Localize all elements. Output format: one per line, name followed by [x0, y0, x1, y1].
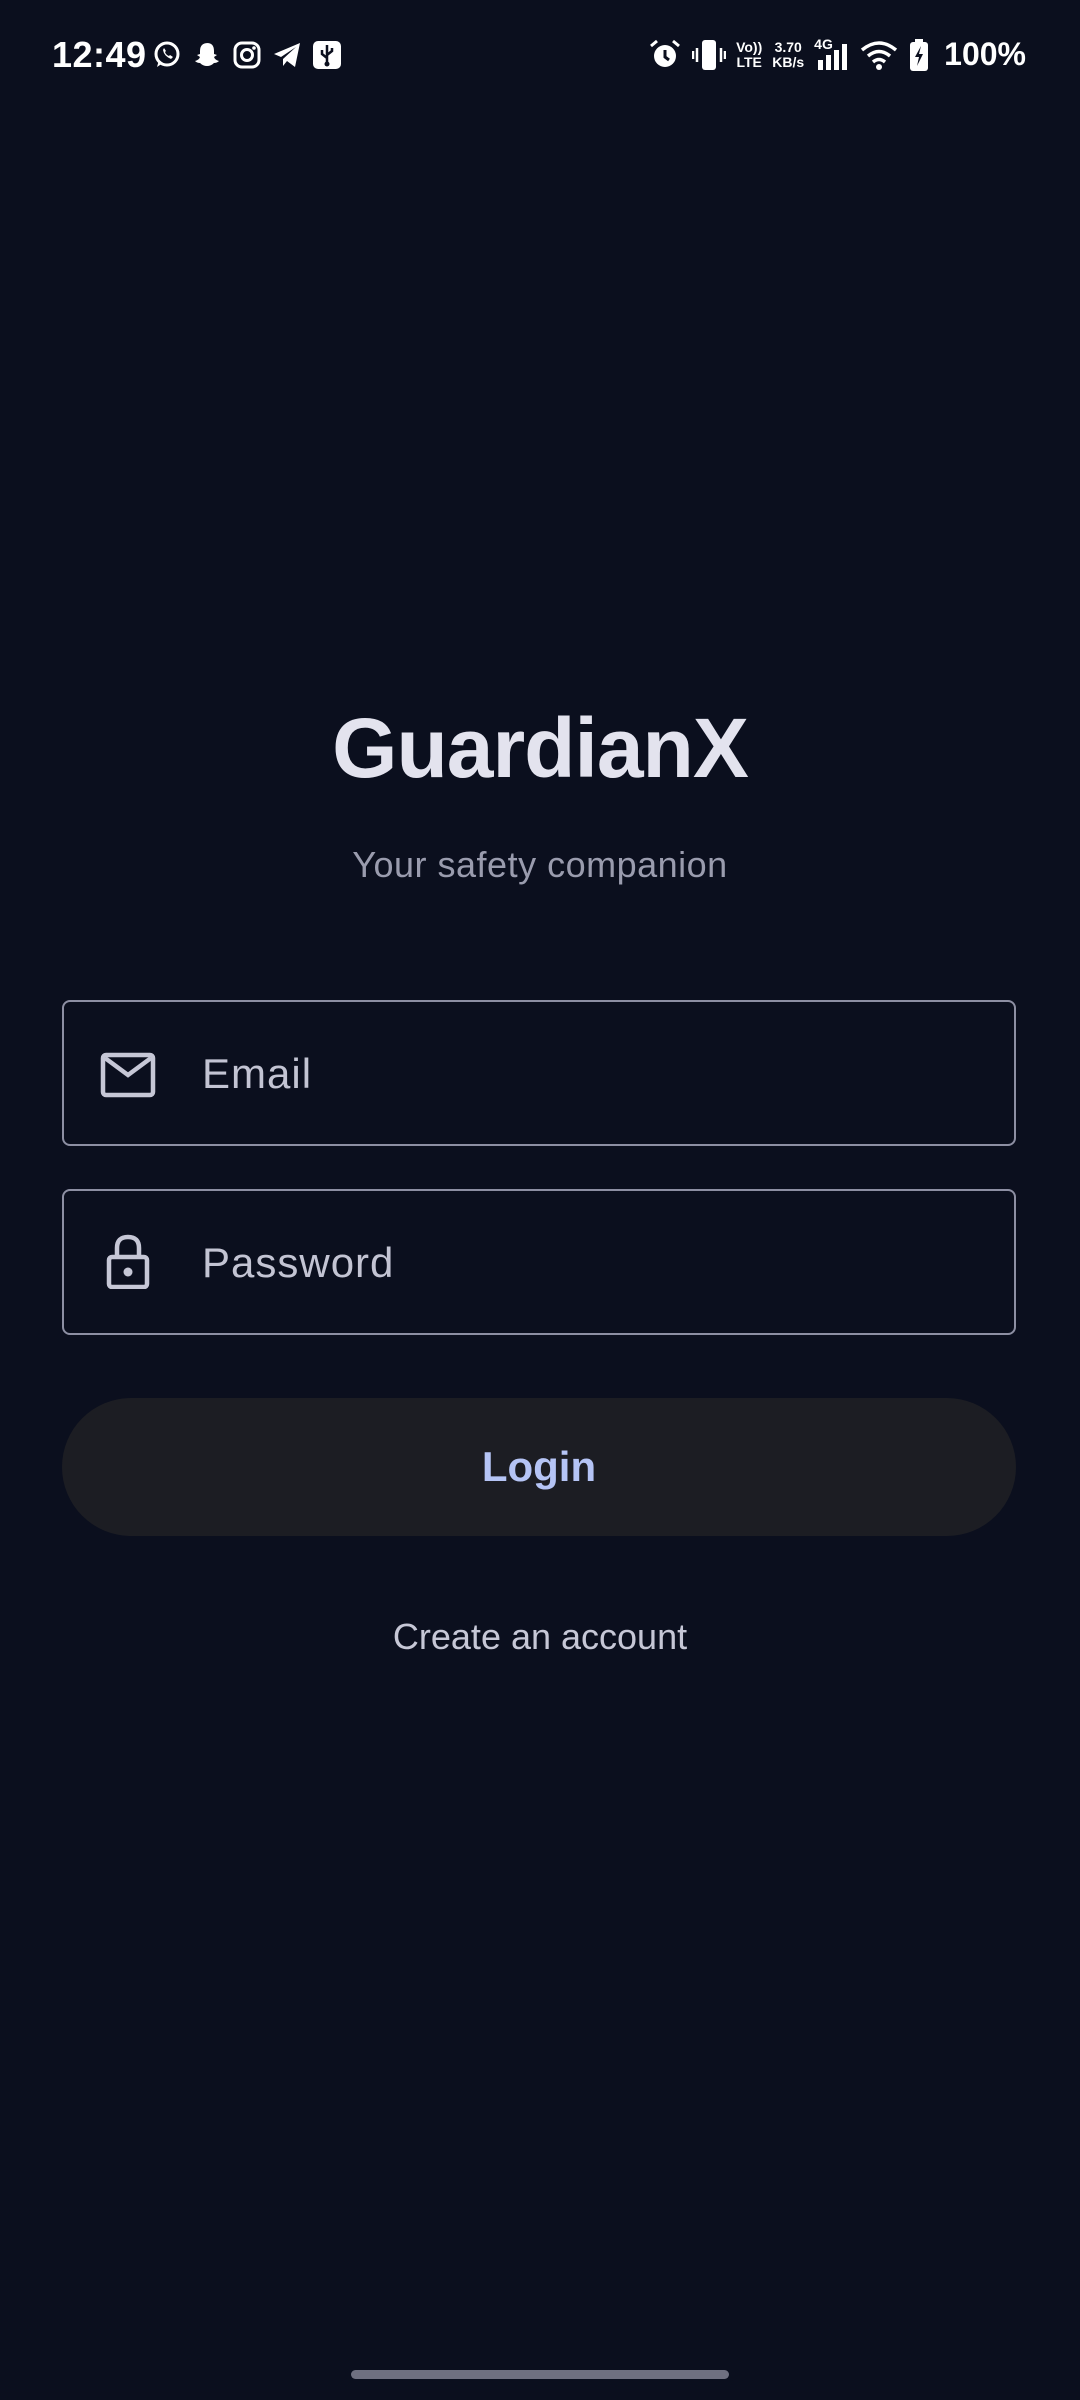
login-button[interactable]: Login [62, 1398, 1016, 1536]
status-time: 12:49 [52, 34, 147, 75]
home-indicator[interactable] [351, 2370, 729, 2379]
vibrate-icon [692, 38, 727, 72]
login-screen: 12:49 Vo)) LTE 3.70 KB/s 4G 100% Guardia… [0, 0, 1080, 2400]
whatsapp-icon [152, 40, 182, 70]
network-speed-unit: KB/s [772, 53, 805, 70]
app-subtitle: Your safety companion [352, 844, 728, 885]
mail-icon [100, 1052, 156, 1098]
battery-charging-icon [908, 38, 930, 72]
instagram-icon [232, 40, 262, 70]
system-status-icons: Vo)) LTE 3.70 KB/s 4G 100% [648, 36, 1026, 73]
usb-icon [312, 40, 342, 70]
login-button-label: Login [481, 1443, 597, 1490]
email-input[interactable] [200, 1002, 994, 1146]
network-type-label: 4G [814, 35, 833, 52]
volte-top-label: Vo)) [736, 38, 763, 55]
battery-percent: 100% [944, 36, 1026, 72]
notification-icons [152, 40, 342, 70]
wifi-icon [860, 38, 898, 72]
status-bar: 12:49 Vo)) LTE 3.70 KB/s 4G 100% [0, 0, 1080, 110]
email-field[interactable] [62, 1000, 1016, 1146]
app-title: GuardianX [332, 701, 749, 795]
telegram-icon [272, 40, 302, 70]
network-speed: 3.70 KB/s [772, 38, 804, 72]
password-field[interactable] [62, 1189, 1016, 1335]
network-speed-value: 3.70 [774, 38, 802, 55]
password-input[interactable] [200, 1191, 994, 1335]
alarm-icon [648, 38, 682, 72]
volte-indicator: Vo)) LTE [736, 38, 762, 72]
create-account-link[interactable]: Create an account [0, 1616, 1080, 1658]
lock-icon [100, 1233, 156, 1290]
volte-bottom-label: LTE [736, 53, 762, 70]
snapchat-icon [192, 40, 222, 70]
signal-icon: 4G [814, 35, 850, 72]
